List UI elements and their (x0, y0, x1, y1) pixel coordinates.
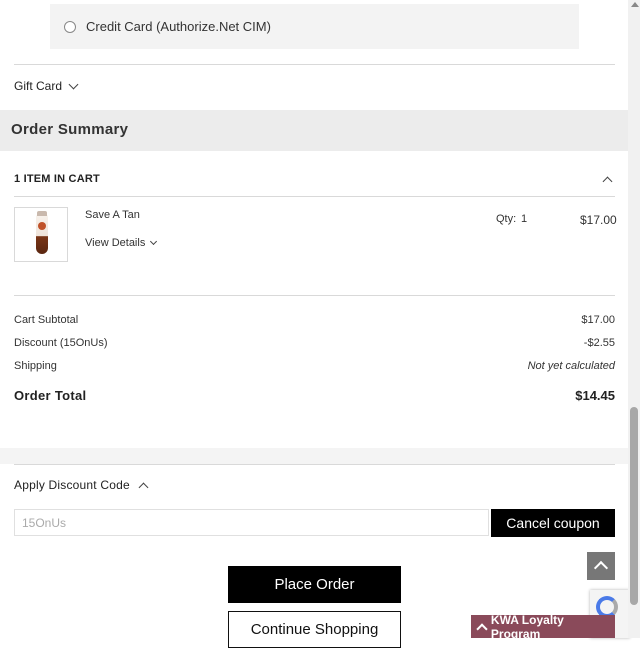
product-logo (38, 222, 46, 230)
product-tube-image (36, 214, 48, 254)
payment-radio[interactable] (64, 21, 76, 33)
chevron-down-icon (150, 237, 158, 246)
apply-discount-toggle[interactable]: Apply Discount Code (14, 478, 149, 492)
cancel-coupon-button[interactable]: Cancel coupon (491, 509, 615, 537)
scrollbar-thumb[interactable] (630, 407, 638, 605)
continue-shopping-button[interactable]: Continue Shopping (228, 611, 401, 648)
discount-label: Discount (15OnUs) (14, 337, 108, 349)
divider (14, 196, 615, 197)
payment-option-label: Credit Card (Authorize.Net CIM) (86, 19, 271, 34)
qty-value: 1 (521, 213, 528, 225)
view-details-toggle[interactable]: View Details (85, 237, 158, 249)
qty-label: Qty: (496, 213, 517, 225)
order-total-value: $14.45 (575, 388, 615, 403)
item-price: $17.00 (580, 213, 617, 227)
gift-card-toggle[interactable]: Gift Card (14, 79, 79, 93)
divider (14, 464, 615, 465)
chevron-down-icon (68, 79, 79, 89)
subtotal-label: Cart Subtotal (14, 314, 79, 326)
loyalty-program-label: KWA Loyalty Program (490, 612, 564, 641)
view-details-label: View Details (85, 237, 146, 249)
order-summary-title: Order Summary (11, 121, 129, 138)
scroll-to-top-button[interactable] (587, 552, 615, 580)
subtotal-value: $17.00 (581, 314, 615, 326)
product-thumbnail (14, 207, 68, 262)
apply-discount-label: Apply Discount Code (14, 478, 130, 492)
items-in-cart-toggle[interactable]: 1 Item in Cart (14, 173, 100, 185)
divider (14, 295, 615, 296)
section-separator (0, 448, 628, 464)
discount-code-input[interactable] (14, 509, 489, 536)
place-order-button[interactable]: Place Order (228, 566, 401, 603)
product-name: Save A Tan (85, 209, 140, 221)
arrow-up-icon (593, 560, 609, 576)
shipping-value: Not yet calculated (527, 360, 615, 372)
discount-value: -$2.55 (583, 337, 615, 349)
chevron-up-icon (476, 622, 488, 635)
chevron-up-icon (138, 482, 149, 492)
scroll-up-arrow-icon[interactable] (631, 2, 639, 7)
product-tube-cap (37, 211, 47, 216)
shipping-label: Shipping (14, 360, 57, 372)
gift-card-label: Gift Card (14, 79, 63, 93)
divider (14, 64, 615, 65)
loyalty-program-tab[interactable]: KWA Loyalty Program (471, 612, 615, 641)
chevron-up-icon[interactable] (602, 176, 613, 187)
order-total-label: Order Total (14, 388, 87, 403)
